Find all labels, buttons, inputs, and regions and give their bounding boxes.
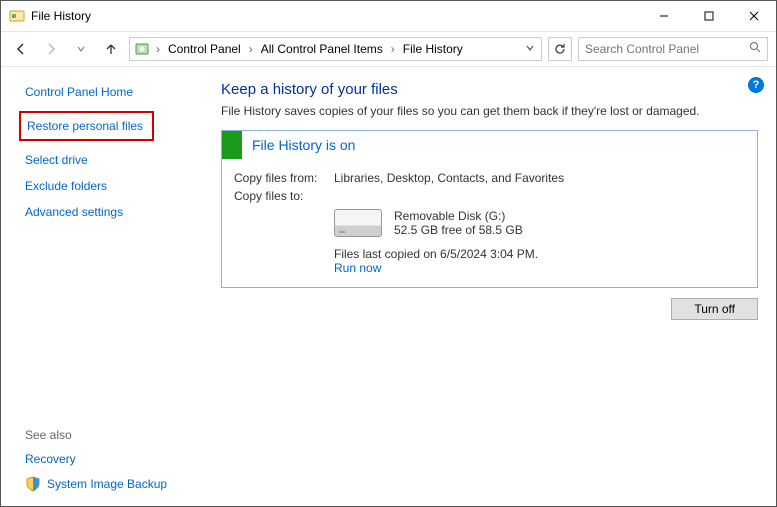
- copy-from-label: Copy files from:: [234, 171, 334, 185]
- breadcrumb-all-items[interactable]: All Control Panel Items: [257, 42, 387, 56]
- address-dropdown[interactable]: [521, 42, 539, 56]
- sidebar-recovery[interactable]: Recovery: [25, 452, 167, 466]
- search-box[interactable]: [578, 37, 768, 61]
- sidebar-system-image-backup[interactable]: System Image Backup: [47, 477, 167, 491]
- app-icon: [9, 8, 25, 24]
- highlight-box: Restore personal files: [19, 111, 154, 141]
- forward-button[interactable]: [39, 37, 63, 61]
- page-subtitle: File History saves copies of your files …: [221, 104, 758, 118]
- breadcrumb-control-panel[interactable]: Control Panel: [164, 42, 245, 56]
- page-title: Keep a history of your files: [221, 81, 758, 98]
- turn-off-button[interactable]: Turn off: [671, 298, 758, 320]
- location-icon: [134, 41, 150, 57]
- sidebar-exclude-folders[interactable]: Exclude folders: [25, 179, 201, 193]
- last-copied-text: Files last copied on 6/5/2024 3:04 PM.: [334, 247, 745, 261]
- search-input[interactable]: [585, 42, 749, 56]
- help-icon[interactable]: ?: [748, 77, 764, 93]
- minimize-button[interactable]: [641, 1, 686, 31]
- navbar: › Control Panel › All Control Panel Item…: [1, 31, 776, 67]
- drive-name: Removable Disk (G:): [394, 209, 523, 223]
- refresh-button[interactable]: [548, 37, 572, 61]
- address-bar[interactable]: › Control Panel › All Control Panel Item…: [129, 37, 542, 61]
- breadcrumb-file-history[interactable]: File History: [399, 42, 467, 56]
- window-title: File History: [31, 9, 641, 23]
- close-button[interactable]: [731, 1, 776, 31]
- run-now-link[interactable]: Run now: [334, 261, 745, 275]
- shield-icon: [25, 476, 41, 492]
- drive-free-space: 52.5 GB free of 58.5 GB: [394, 223, 523, 237]
- chevron-right-icon: ›: [154, 42, 162, 56]
- sidebar-restore-personal-files[interactable]: Restore personal files: [27, 119, 143, 133]
- chevron-right-icon: ›: [389, 42, 397, 56]
- status-title: File History is on: [242, 137, 355, 153]
- recent-dropdown[interactable]: [69, 37, 93, 61]
- titlebar: File History: [1, 1, 776, 31]
- status-panel: File History is on Copy files from: Libr…: [221, 130, 758, 288]
- up-button[interactable]: [99, 37, 123, 61]
- sidebar: Control Panel Home Restore personal file…: [1, 67, 211, 506]
- main-content: ? Keep a history of your files File Hist…: [211, 67, 776, 506]
- see-also-header: See also: [25, 428, 167, 442]
- chevron-right-icon: ›: [247, 42, 255, 56]
- sidebar-advanced-settings[interactable]: Advanced settings: [25, 205, 201, 219]
- search-icon[interactable]: [749, 40, 761, 58]
- maximize-button[interactable]: [686, 1, 731, 31]
- copy-from-value: Libraries, Desktop, Contacts, and Favori…: [334, 171, 564, 185]
- sidebar-control-panel-home[interactable]: Control Panel Home: [25, 85, 201, 99]
- status-header: File History is on: [222, 131, 757, 159]
- drive-icon: [334, 209, 382, 237]
- back-button[interactable]: [9, 37, 33, 61]
- status-indicator: [222, 131, 242, 159]
- sidebar-select-drive[interactable]: Select drive: [25, 153, 201, 167]
- copy-to-label: Copy files to:: [234, 189, 334, 203]
- see-also-section: See also Recovery System Image Backup: [25, 428, 167, 492]
